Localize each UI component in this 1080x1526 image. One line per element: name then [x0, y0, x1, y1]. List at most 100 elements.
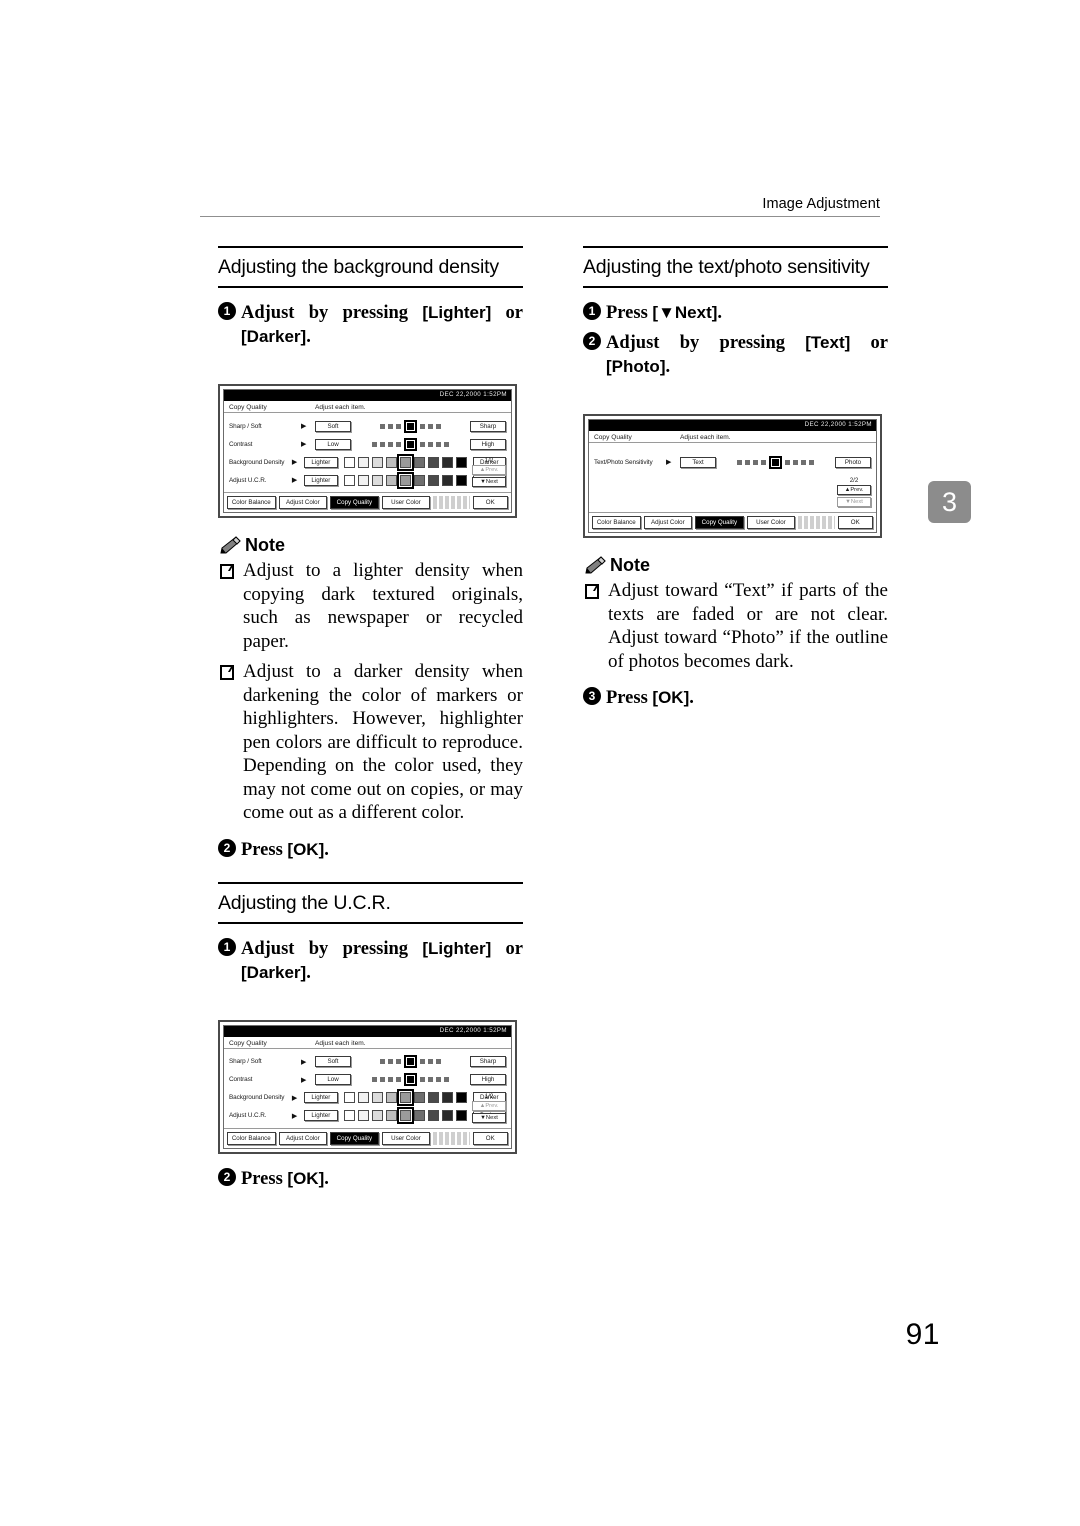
- scale-step[interactable]: [428, 1059, 433, 1064]
- scale-step[interactable]: [753, 459, 758, 465]
- scale-step[interactable]: [793, 459, 798, 465]
- tab-user-color[interactable]: User Color: [381, 496, 431, 509]
- high-button[interactable]: High: [470, 438, 506, 450]
- scale-step[interactable]: [388, 441, 393, 447]
- density-swatch[interactable]: [371, 1092, 383, 1103]
- density-swatch[interactable]: [413, 1110, 425, 1121]
- scale-step-selected[interactable]: [404, 419, 417, 433]
- scale-step-selected[interactable]: [769, 455, 782, 469]
- tab-adjust-color[interactable]: Adjust Color: [278, 1131, 328, 1145]
- density-swatch[interactable]: [343, 1110, 355, 1121]
- scale-step[interactable]: [372, 1077, 377, 1082]
- scale-step[interactable]: [801, 459, 806, 465]
- photo-button[interactable]: Photo: [835, 456, 871, 468]
- scale-step-selected[interactable]: [404, 437, 417, 451]
- density-swatch[interactable]: [357, 456, 369, 468]
- contrast-scale[interactable]: [357, 1073, 464, 1086]
- scale-step[interactable]: [396, 423, 401, 429]
- scale-step[interactable]: [380, 1077, 385, 1082]
- soft-button[interactable]: Soft: [315, 1056, 351, 1067]
- ok-button[interactable]: OK: [472, 1131, 509, 1145]
- scale-step[interactable]: [420, 441, 425, 447]
- scale-step[interactable]: [436, 1077, 441, 1082]
- density-swatch[interactable]: [441, 456, 453, 468]
- density-swatch[interactable]: [441, 1092, 453, 1103]
- lighter-button[interactable]: Lighter: [304, 1110, 338, 1121]
- density-swatch[interactable]: [441, 1110, 453, 1121]
- density-swatch[interactable]: [371, 474, 383, 486]
- density-swatch[interactable]: [357, 1110, 369, 1121]
- density-swatch[interactable]: [413, 1092, 425, 1103]
- tab-copy-quality[interactable]: Copy Quality: [330, 496, 379, 509]
- tab-adjust-color[interactable]: Adjust Color: [278, 496, 328, 509]
- scale-step[interactable]: [372, 441, 377, 447]
- ok-button[interactable]: OK: [837, 516, 874, 529]
- density-swatch-selected[interactable]: [396, 1107, 414, 1124]
- density-swatch[interactable]: [357, 474, 369, 486]
- scale-step[interactable]: [436, 1059, 441, 1064]
- density-swatch[interactable]: [385, 456, 397, 468]
- scale-step[interactable]: [420, 1059, 425, 1064]
- tab-copy-quality[interactable]: Copy Quality: [330, 1131, 379, 1145]
- ok-button[interactable]: OK: [472, 496, 509, 509]
- tab-user-color[interactable]: User Color: [746, 516, 796, 529]
- text-photo-scale[interactable]: [722, 455, 829, 469]
- ucr-scale[interactable]: [343, 471, 467, 489]
- scale-step[interactable]: [388, 1059, 393, 1064]
- next-page-button[interactable]: ▼Next: [472, 1112, 506, 1123]
- sharp-soft-scale[interactable]: [357, 419, 464, 433]
- density-swatch[interactable]: [455, 474, 467, 486]
- sharp-button[interactable]: Sharp: [470, 1056, 506, 1067]
- sharp-button[interactable]: Sharp: [470, 420, 506, 432]
- lighter-button[interactable]: Lighter: [304, 474, 338, 486]
- scale-step[interactable]: [761, 459, 766, 465]
- scale-step-selected[interactable]: [404, 1073, 417, 1086]
- scale-step[interactable]: [444, 441, 449, 447]
- density-swatch[interactable]: [385, 1092, 397, 1103]
- density-swatch[interactable]: [357, 1092, 369, 1103]
- density-swatch[interactable]: [343, 474, 355, 486]
- density-swatch[interactable]: [413, 474, 425, 486]
- tab-user-color[interactable]: User Color: [381, 1131, 431, 1145]
- scale-step[interactable]: [428, 423, 433, 429]
- scale-step[interactable]: [420, 423, 425, 429]
- density-swatch[interactable]: [371, 456, 383, 468]
- density-swatch[interactable]: [413, 456, 425, 468]
- scale-step[interactable]: [380, 1059, 385, 1064]
- scale-step[interactable]: [737, 459, 742, 465]
- tab-color-balance[interactable]: Color Balance: [592, 516, 641, 529]
- text-button[interactable]: Text: [680, 456, 716, 468]
- density-swatch[interactable]: [427, 1092, 439, 1103]
- low-button[interactable]: Low: [315, 438, 351, 450]
- scale-step-selected[interactable]: [404, 1055, 417, 1068]
- density-swatch[interactable]: [385, 474, 397, 486]
- scale-step[interactable]: [388, 423, 393, 429]
- scale-step[interactable]: [396, 1077, 401, 1082]
- tab-copy-quality[interactable]: Copy Quality: [695, 516, 744, 529]
- scale-step[interactable]: [785, 459, 790, 465]
- density-swatch[interactable]: [427, 474, 439, 486]
- density-swatch[interactable]: [385, 1110, 397, 1121]
- scale-step[interactable]: [809, 459, 814, 465]
- density-swatch[interactable]: [455, 1110, 467, 1121]
- contrast-scale[interactable]: [357, 437, 464, 451]
- background-density-scale[interactable]: [343, 453, 467, 471]
- next-page-button[interactable]: ▼Next: [837, 497, 871, 507]
- density-swatch[interactable]: [427, 456, 439, 468]
- prev-page-button[interactable]: ▲Prev.: [472, 465, 506, 475]
- density-swatch-selected[interactable]: [396, 471, 414, 489]
- soft-button[interactable]: Soft: [315, 420, 351, 432]
- density-swatch[interactable]: [441, 474, 453, 486]
- tab-color-balance[interactable]: Color Balance: [227, 1131, 276, 1145]
- scale-step[interactable]: [444, 1077, 449, 1082]
- lighter-button[interactable]: Lighter: [304, 456, 338, 468]
- density-swatch-selected[interactable]: [396, 1089, 414, 1106]
- density-swatch[interactable]: [455, 1092, 467, 1103]
- scale-step[interactable]: [436, 441, 441, 447]
- density-swatch[interactable]: [455, 456, 467, 468]
- sharp-soft-scale[interactable]: [357, 1055, 464, 1068]
- density-swatch[interactable]: [371, 1110, 383, 1121]
- density-swatch[interactable]: [343, 456, 355, 468]
- density-swatch[interactable]: [343, 1092, 355, 1103]
- scale-step[interactable]: [745, 459, 750, 465]
